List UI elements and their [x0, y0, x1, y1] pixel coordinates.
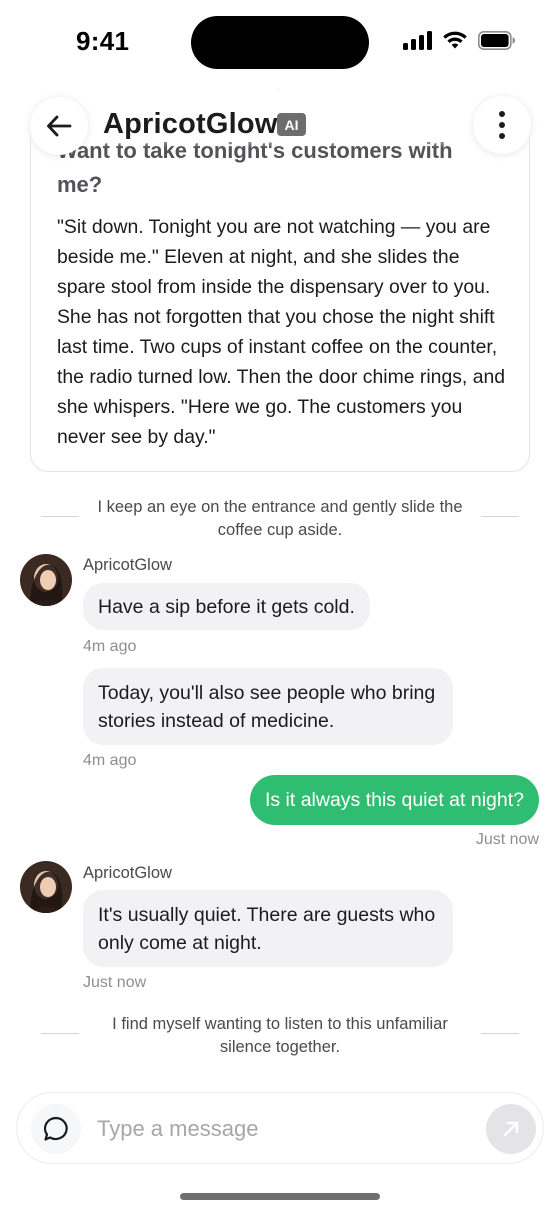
page-title: ApricotGlow [103, 108, 278, 140]
message-bubble-incoming: Today, you'll also see people who bring … [83, 668, 453, 745]
message-text: Is it always this quiet at night? [264, 788, 524, 811]
message-timestamp: Just now [475, 831, 539, 848]
chat-bubble-icon [44, 1116, 68, 1141]
ai-badge: AI [277, 113, 306, 136]
more-vertical-icon-dot [499, 133, 505, 139]
message-timestamp: 4m ago [83, 638, 137, 655]
status-bar: 9:41 [0, 0, 560, 90]
status-time: 9:41 [76, 26, 130, 56]
divider [481, 516, 519, 517]
message-text: Have a sip before it gets cold. [98, 595, 355, 618]
send-arrow-icon [503, 1121, 519, 1137]
message-input[interactable] [97, 1111, 467, 1147]
back-button[interactable] [30, 97, 88, 155]
avatar[interactable] [20, 554, 72, 606]
more-vertical-icon-dot [499, 122, 505, 128]
avatar[interactable] [20, 861, 72, 913]
chat-mode-button[interactable] [31, 1104, 81, 1154]
message-text: Today, you'll also see people who bring … [98, 681, 436, 732]
sender-name: ApricotGlow [83, 556, 172, 574]
battery-icon [478, 30, 515, 50]
message-text: It's usually quiet. There are guests who… [98, 903, 436, 954]
arrow-left-icon [47, 115, 72, 137]
message-bubble-incoming: It's usually quiet. There are guests who… [83, 890, 453, 967]
message-timestamp: 4m ago [83, 752, 137, 769]
avatar-image [20, 554, 72, 606]
more-vertical-icon [499, 111, 505, 117]
message-bubble-incoming: Have a sip before it gets cold. [83, 583, 370, 630]
send-button[interactable] [486, 1104, 536, 1154]
wifi-icon [443, 31, 467, 49]
status-icons [403, 30, 516, 50]
more-options-button[interactable] [473, 96, 531, 154]
divider [41, 1033, 79, 1034]
intro-card-body: "Sit down. Tonight you are not watching … [57, 216, 506, 448]
avatar-image [20, 861, 72, 913]
divider [481, 1033, 519, 1034]
chat-header: ApricotGlow AI [0, 92, 560, 158]
dynamic-island [191, 16, 369, 69]
message-composer [16, 1092, 544, 1164]
sender-name: ApricotGlow [83, 864, 172, 882]
narration-text: I find myself wanting to listen to this … [112, 1015, 448, 1056]
home-indicator [180, 1193, 380, 1200]
cellular-signal-icon [403, 30, 432, 50]
divider [41, 516, 79, 517]
message-bubble-outgoing: Is it always this quiet at night? [249, 775, 539, 825]
message-timestamp: Just now [83, 974, 147, 991]
narration: I find myself wanting to listen to this … [0, 1013, 560, 1061]
narration-text: I keep an eye on the entrance and gently… [97, 498, 463, 539]
narration: I keep an eye on the entrance and gently… [0, 496, 560, 544]
